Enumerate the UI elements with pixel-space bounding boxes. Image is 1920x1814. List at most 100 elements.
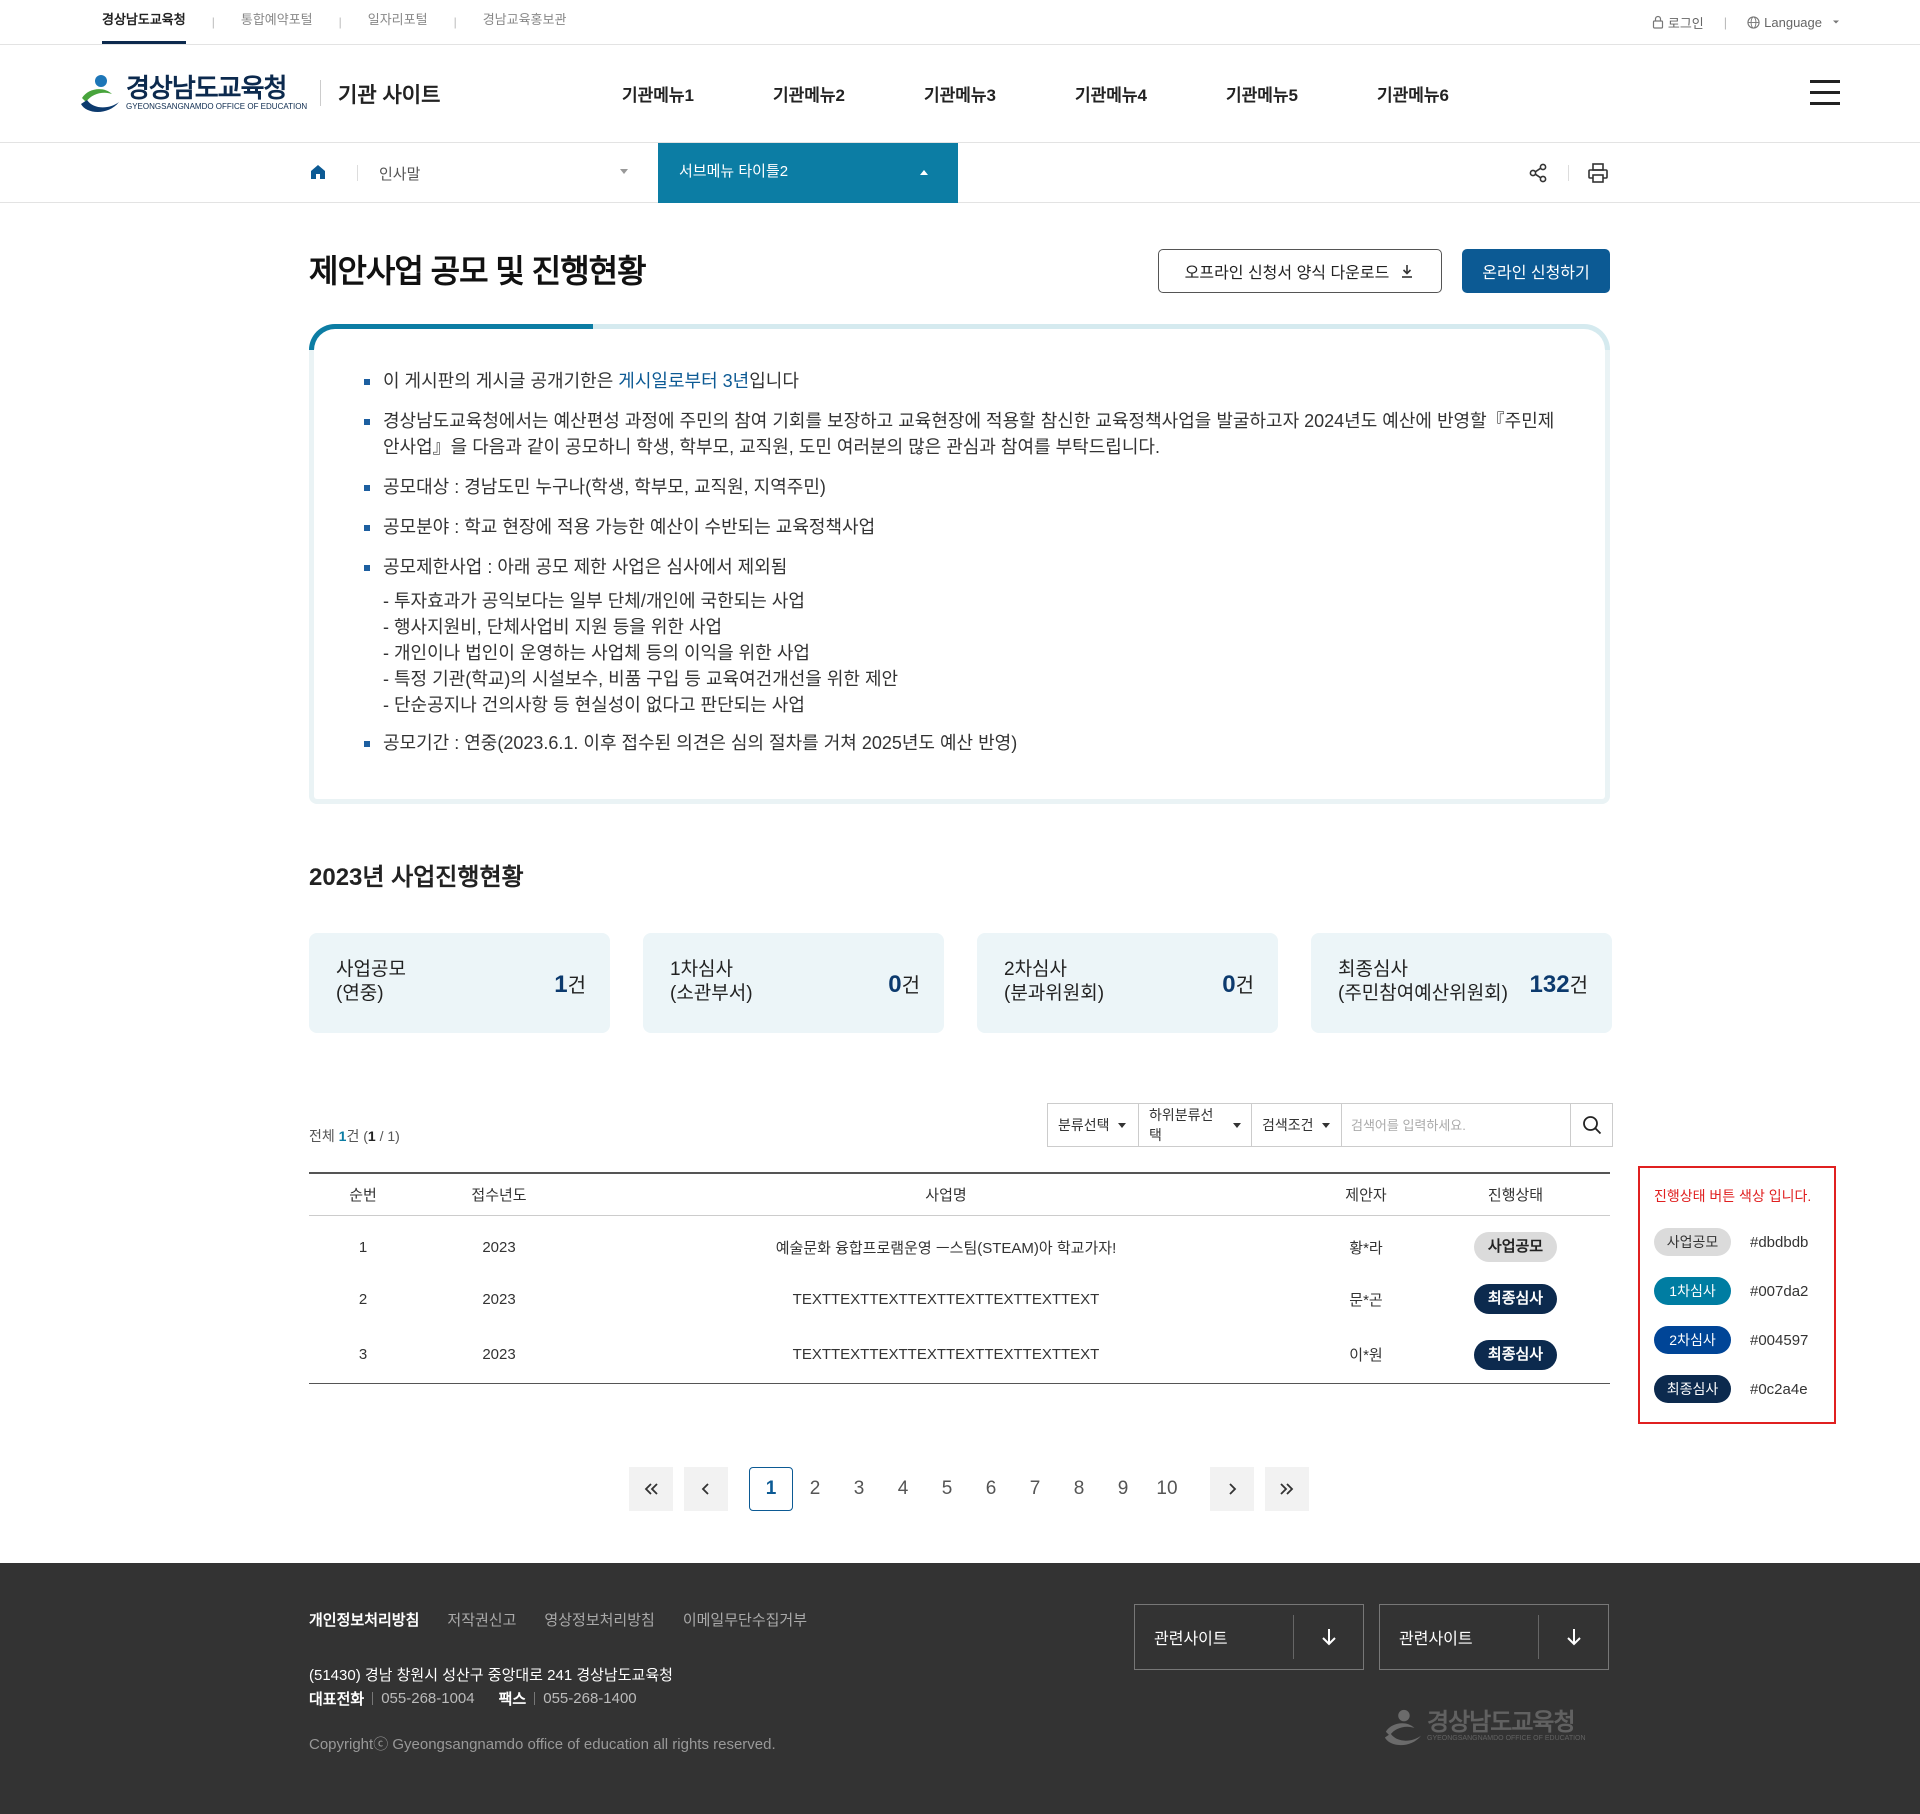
page-number[interactable]: 4 [881,1467,925,1511]
row-title-link[interactable]: TEXTTEXTTEXTTEXTTEXTTEXTTEXTTEXT [793,1291,1100,1308]
share-icon[interactable] [1527,162,1549,184]
cell-no: 3 [309,1327,417,1384]
login-link[interactable]: 로그인 [1652,13,1704,32]
utility-links: 경상남도교육청 | 통합예약포털 | 일자리포털 | 경남교육홍보관 [102,0,566,44]
search-icon [1582,1116,1601,1135]
status-badge: 사업공모 [1473,1232,1558,1263]
table-row[interactable]: 2 2023 TEXTTEXTTEXTTEXTTEXTTEXTTEXTTEXT … [309,1271,1610,1327]
location-depth1-select[interactable]: 인사말 [379,163,420,184]
stat-label: 1차심사 (소관부서) [670,959,753,1004]
utility-link-pr[interactable]: 경남교육홍보관 [483,0,567,44]
contact-separator [534,1692,536,1705]
cell-title[interactable]: TEXTTEXTTEXTTEXTTEXTTEXTTEXTTEXT [581,1327,1311,1384]
row-title-link[interactable]: TEXTTEXTTEXTTEXTTEXTTEXTTEXTTEXT [793,1346,1100,1363]
login-label: 로그인 [1667,15,1704,31]
info-list: 이 게시판의 게시글 공개기한은 게시일로부터 3년입니다 경상남도교육청에서는… [364,368,1564,770]
hamburger-menu-icon[interactable] [1810,80,1840,106]
legend-row: 사업공모 #dbdbdb [1654,1228,1808,1256]
stat-card-final-review: 최종심사 (주민참여예산위원회) 132건 [1311,933,1612,1033]
chevron-left-icon [701,1483,709,1495]
utility-link-gne[interactable]: 경상남도교육청 [102,0,186,44]
page-number[interactable]: 8 [1057,1467,1101,1511]
tel-label: 대표전화 [309,1691,365,1708]
logo-text: 경상남도교육청 GYEONGSANGNAMDO OFFICE OF EDUCAT… [126,74,307,112]
cell-status: 최종심사 [1421,1271,1610,1327]
page-number[interactable]: 5 [925,1467,969,1511]
utility-separator: | [211,15,215,29]
location-depth2-select[interactable]: 서브메뉴 타이틀2 [658,143,958,203]
first-page-button[interactable] [629,1467,673,1511]
prev-page-button[interactable] [684,1467,728,1511]
subcategory-select[interactable]: 하위분류선택 [1139,1104,1252,1146]
footer-link-copyright[interactable]: 저작권신고 [447,1609,516,1630]
nav-item-menu5[interactable]: 기관메뉴5 [1226,81,1377,106]
page-number[interactable]: 2 [793,1467,837,1511]
utility-link-reservation[interactable]: 통합예약포털 [241,0,313,44]
legend-hex: #0c2a4e [1750,1380,1808,1398]
page-number[interactable]: 7 [1013,1467,1057,1511]
arrow-down-icon [1538,1615,1608,1659]
info-item-period: 공모기간 : 연중(2023.6.1. 이후 접수된 의견은 심의 절차를 거쳐… [364,730,1564,756]
home-icon[interactable] [309,163,327,181]
restriction-sublist: - 투자효과가 공익보다는 일부 단체/개인에 국한되는 사업 - 행사지원비,… [383,588,1564,718]
footer-link-email[interactable]: 이메일무단수집거부 [683,1609,807,1630]
utility-link-jobs[interactable]: 일자리포털 [368,0,428,44]
footer-logo-text: 경상남도교육청 GYEONGSANGNAMDO OFFICE OF EDUCAT… [1427,1711,1586,1743]
nav-item-menu3[interactable]: 기관메뉴3 [924,81,1075,106]
page-number[interactable]: 6 [969,1467,1013,1511]
header-divider [320,80,321,106]
last-page-button[interactable] [1265,1467,1309,1511]
print-icon[interactable] [1587,162,1609,184]
utility-separator: | [338,15,342,29]
legend-badge: 사업공모 [1654,1228,1731,1256]
restriction-item: - 개인이나 법인이 운영하는 사업체 등의 이익을 위한 사업 [383,643,810,663]
column-header: 진행상태 [1421,1172,1610,1216]
related-site-select-1[interactable]: 관련사이트 [1134,1604,1364,1670]
search-bar: 분류선택 하위분류선택 검색조건 [1047,1103,1613,1147]
stat-label: 최종심사 (주민참여예산위원회) [1338,959,1508,1004]
stat-value: 0건 [1222,971,1254,998]
offline-form-download-button[interactable]: 오프라인 신청서 양식 다운로드 [1158,249,1442,293]
language-select[interactable]: Language [1747,15,1840,30]
caret-down-icon [1833,20,1839,24]
footer-copyright: Copyrightⓒ Gyeongsangnamdo office of edu… [309,1736,776,1753]
cell-title[interactable]: 예술문화 융합프로램운영 ㅡ스팀(STEAM)아 학교가자! [581,1215,1311,1271]
table-row[interactable]: 1 2023 예술문화 융합프로램운영 ㅡ스팀(STEAM)아 학교가자! 황*… [309,1215,1610,1271]
logo-emblem-icon [1384,1709,1422,1746]
cell-year: 2023 [482,1238,516,1256]
row-title-link[interactable]: 예술문화 융합프로램운영 ㅡ스팀(STEAM)아 학교가자! [776,1240,1117,1257]
page-number[interactable]: 9 [1101,1467,1145,1511]
cell-title[interactable]: TEXTTEXTTEXTTEXTTEXTTEXTTEXTTEXT [581,1271,1311,1327]
legend-title: 진행상태 버튼 색상 입니다. [1654,1188,1812,1204]
site-footer: 개인정보처리방침 저작권신고 영상정보처리방침 이메일무단수집거부 (51430… [0,1563,1920,1814]
nav-item-menu6[interactable]: 기관메뉴6 [1377,81,1528,106]
site-logo[interactable]: 경상남도교육청 GYEONGSANGNAMDO OFFICE OF EDUCAT… [78,72,307,114]
footer-logo: 경상남도교육청 GYEONGSANGNAMDO OFFICE OF EDUCAT… [1381,1707,1586,1747]
column-header: 사업명 [581,1172,1311,1216]
page-number[interactable]: 10 [1145,1467,1189,1511]
next-page-button[interactable] [1210,1467,1254,1511]
legend-hex: #007da2 [1750,1282,1809,1300]
arrow-down-icon [1293,1615,1363,1659]
footer-link-privacy[interactable]: 개인정보처리방침 [309,1609,419,1630]
nav-item-menu2[interactable]: 기관메뉴2 [773,81,924,106]
site-header: 경상남도교육청 GYEONGSANGNAMDO OFFICE OF EDUCAT… [0,45,1920,143]
table-row[interactable]: 3 2023 TEXTTEXTTEXTTEXTTEXTTEXTTEXTTEXT … [309,1327,1610,1384]
search-condition-select[interactable]: 검색조건 [1252,1104,1342,1146]
category-select[interactable]: 분류선택 [1048,1104,1139,1146]
footer-logo-english: GYEONGSANGNAMDO OFFICE OF EDUCATION [1427,1735,1586,1742]
search-button[interactable] [1570,1104,1612,1146]
nav-item-menu4[interactable]: 기관메뉴4 [1075,81,1226,106]
status-color-legend: 진행상태 버튼 색상 입니다. 사업공모 #dbdbdb 1차심사 #007da… [1638,1166,1836,1424]
cell-year: 2023 [482,1290,516,1308]
page-number-current[interactable]: 1 [749,1467,793,1511]
footer-link-cctv[interactable]: 영상정보처리방침 [544,1609,654,1630]
page-number[interactable]: 3 [837,1467,881,1511]
tel-value: 055-268-1004 [381,1690,475,1707]
download-button-label: 오프라인 신청서 양식 다운로드 [1184,265,1390,282]
search-input[interactable] [1342,1104,1570,1146]
related-site-select-2[interactable]: 관련사이트 [1379,1604,1609,1670]
legend-row: 2차심사 #004597 [1654,1326,1808,1354]
online-apply-button[interactable]: 온라인 신청하기 [1462,249,1610,293]
nav-item-menu1[interactable]: 기관메뉴1 [622,81,773,106]
